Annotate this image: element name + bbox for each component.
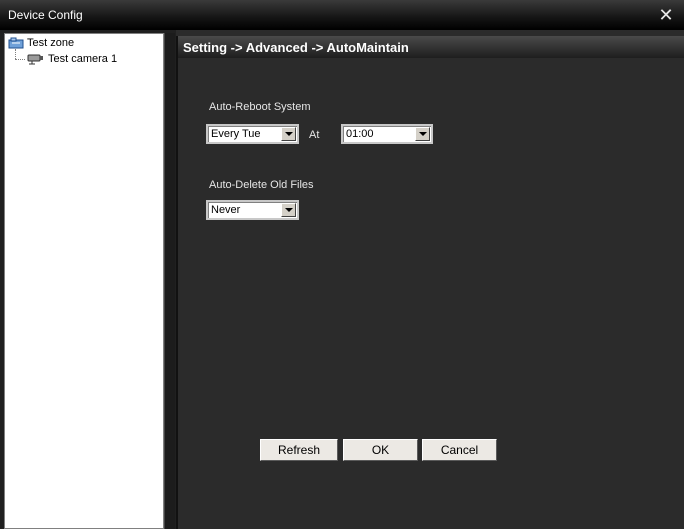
auto-delete-select[interactable]: Never bbox=[206, 200, 299, 220]
breadcrumb: Setting -> Advanced -> AutoMaintain bbox=[183, 40, 409, 55]
ok-button[interactable]: OK bbox=[343, 439, 418, 461]
splitter[interactable] bbox=[164, 33, 175, 529]
tree-item-test-zone[interactable]: Test zone bbox=[8, 37, 74, 49]
cancel-button[interactable]: Cancel bbox=[422, 439, 497, 461]
reboot-time-select[interactable]: 01:00 bbox=[341, 124, 433, 144]
tree-item-test-camera-1[interactable]: Test camera 1 bbox=[26, 53, 117, 65]
chevron-down-icon[interactable] bbox=[281, 203, 296, 217]
chevron-down-icon[interactable] bbox=[281, 127, 296, 141]
tree-item-label: Test camera 1 bbox=[48, 53, 118, 65]
auto-reboot-label: Auto-Reboot System bbox=[209, 101, 311, 113]
refresh-button[interactable]: Refresh bbox=[260, 439, 338, 461]
device-tree[interactable]: Test zone Test camera 1 bbox=[4, 33, 164, 529]
window-title: Device Config bbox=[8, 8, 83, 22]
close-icon[interactable]: ✕ bbox=[656, 5, 676, 25]
reboot-time-value: 01:00 bbox=[346, 128, 374, 140]
reboot-day-select[interactable]: Every Tue bbox=[206, 124, 299, 144]
reboot-day-value: Every Tue bbox=[211, 128, 261, 140]
at-label: At bbox=[309, 129, 320, 141]
auto-delete-value: Never bbox=[211, 204, 241, 216]
settings-panel: Setting -> Advanced -> AutoMaintain Auto… bbox=[176, 36, 684, 529]
zone-icon bbox=[8, 37, 24, 49]
tree-item-label: Test zone bbox=[27, 37, 75, 49]
panel-header: Setting -> Advanced -> AutoMaintain bbox=[178, 36, 684, 58]
title-bar: Device Config ✕ bbox=[0, 0, 684, 30]
tree-connector bbox=[15, 49, 16, 59]
auto-delete-label: Auto-Delete Old Files bbox=[209, 179, 314, 191]
camera-icon bbox=[26, 53, 44, 65]
tree-connector bbox=[15, 59, 25, 60]
chevron-down-icon[interactable] bbox=[415, 127, 430, 141]
